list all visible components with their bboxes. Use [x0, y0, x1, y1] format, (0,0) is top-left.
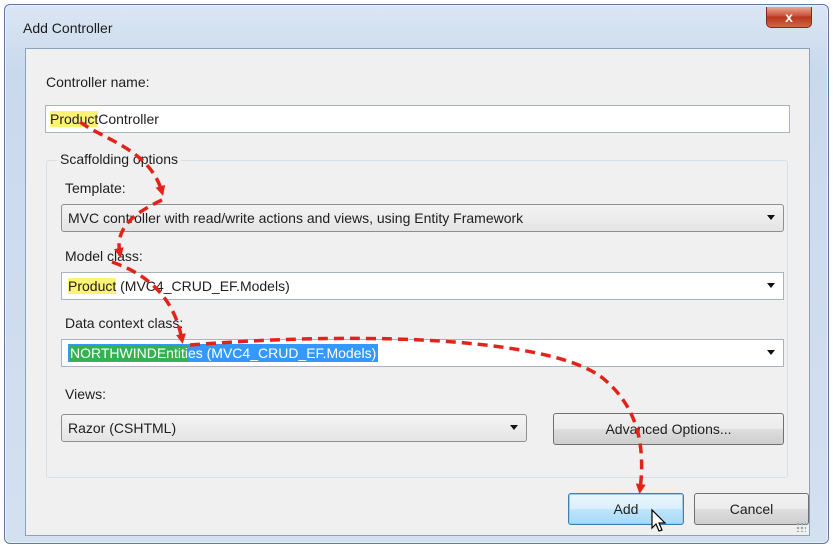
views-label: Views:	[65, 386, 106, 402]
model-class-combobox[interactable]: Product (MVC4_CRUD_EF.Models)	[61, 272, 784, 300]
controller-name-rest-text: Controller	[98, 111, 159, 127]
model-class-highlighted-text: Product	[68, 278, 117, 294]
close-button[interactable]: x	[766, 7, 812, 28]
add-button[interactable]: Add	[568, 493, 684, 525]
controller-name-label: Controller name:	[46, 74, 150, 90]
views-select[interactable]: Razor (CSHTML)	[61, 414, 527, 442]
template-select[interactable]: MVC controller with read/write actions a…	[61, 204, 784, 232]
data-context-label: Data context class:	[65, 315, 184, 331]
data-context-highlighted-text: NORTHWINDEntiti	[70, 345, 188, 361]
data-context-rest-text: es (MVC4_CRUD_EF.Models)	[187, 345, 377, 361]
views-select-value: Razor (CSHTML)	[68, 420, 177, 436]
dialog-client-area: Controller name: Product Controller Scaff…	[25, 48, 810, 536]
model-class-rest-text: (MVC4_CRUD_EF.Models)	[116, 278, 290, 294]
add-controller-dialog: Add Controller x Controller name: Produc…	[4, 4, 829, 544]
controller-name-highlighted-text: Product	[50, 111, 99, 127]
data-context-selected-text: NORTHWINDEntities (MVC4_CRUD_EF.Models)	[68, 344, 379, 362]
advanced-options-button[interactable]: Advanced Options...	[553, 413, 784, 445]
template-select-value: MVC controller with read/write actions a…	[68, 210, 524, 226]
dropdown-arrow-icon	[510, 425, 518, 430]
data-context-combobox[interactable]: NORTHWINDEntities (MVC4_CRUD_EF.Models)	[61, 339, 784, 367]
dropdown-arrow-icon	[767, 350, 775, 355]
dialog-title: Add Controller	[23, 20, 113, 36]
dropdown-arrow-icon	[767, 283, 775, 288]
template-label: Template:	[65, 180, 126, 196]
controller-name-input[interactable]: Product Controller	[45, 105, 790, 133]
dropdown-arrow-icon	[767, 215, 775, 220]
scaffolding-options-caption: Scaffolding options	[57, 151, 182, 167]
close-icon: x	[785, 9, 793, 25]
model-class-label: Model class:	[65, 248, 143, 264]
cancel-button[interactable]: Cancel	[694, 493, 809, 525]
resize-grip-icon	[796, 522, 806, 532]
